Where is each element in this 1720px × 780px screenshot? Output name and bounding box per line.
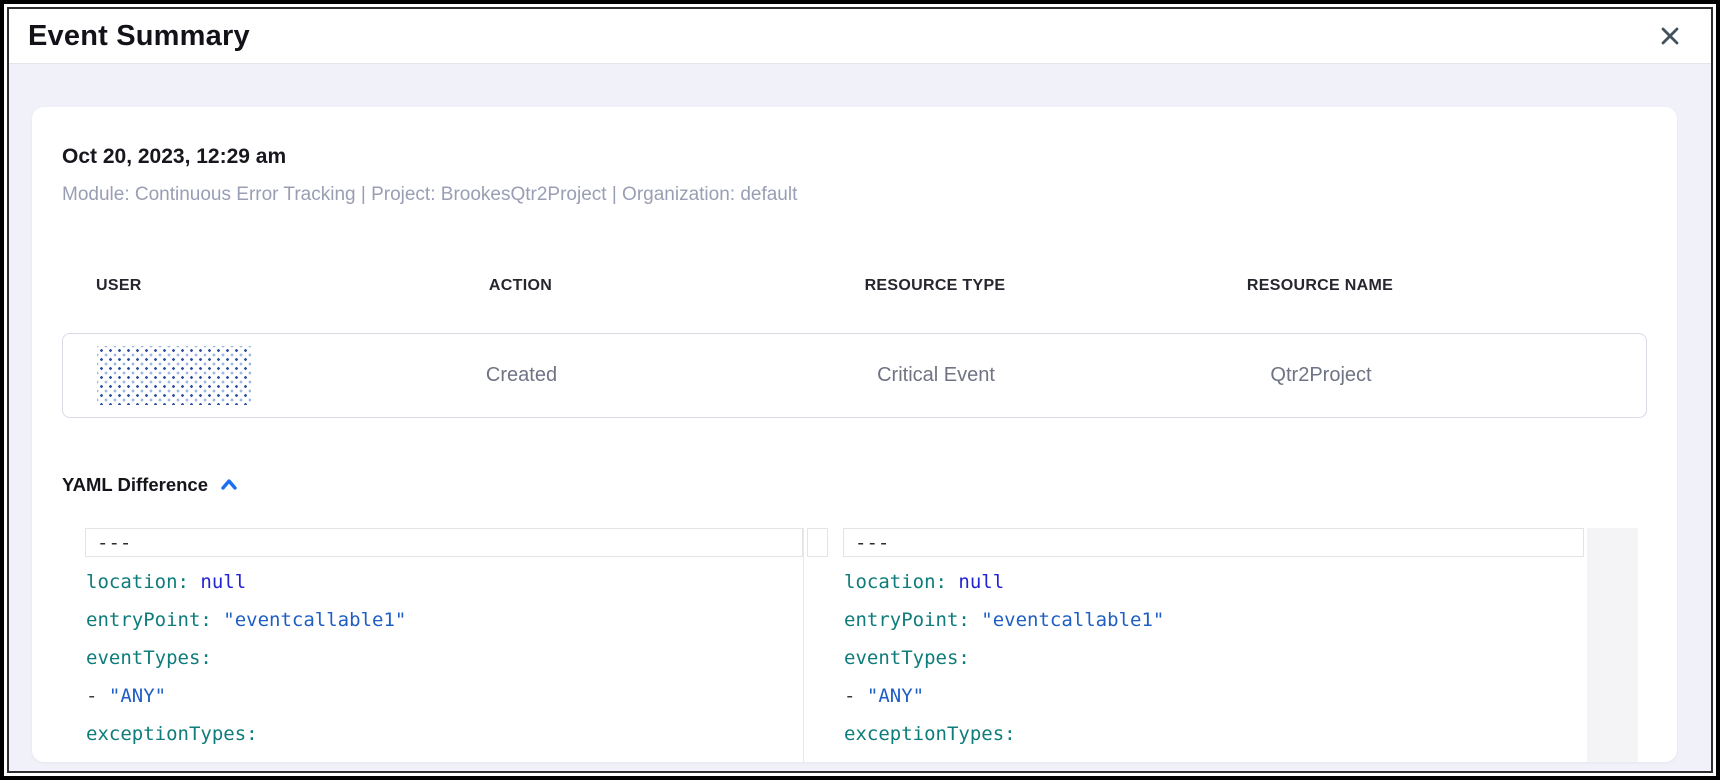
left-scrollbar-thumb[interactable]	[807, 528, 828, 557]
event-timestamp: Oct 20, 2023, 12:29 am	[62, 145, 1647, 169]
yaml-line: location: null	[843, 563, 1584, 601]
column-header-resource-type: RESOURCE TYPE	[694, 277, 1176, 295]
close-icon	[1658, 24, 1682, 48]
yaml-line: eventTypes:	[85, 639, 803, 677]
yaml-line: location: null	[85, 563, 803, 601]
audit-table-header: USER ACTION RESOURCE TYPE RESOURCE NAME	[62, 277, 1647, 295]
column-header-action: ACTION	[347, 277, 694, 295]
yaml-lines: location: nullentryPoint: "eventcallable…	[85, 563, 803, 762]
yaml-line: - "java/io/FileNotFoundException"	[843, 753, 1584, 762]
yaml-diff-toggle[interactable]: YAML Difference	[62, 474, 239, 496]
yaml-line: - "ANY"	[85, 677, 803, 715]
column-header-resource-name: RESOURCE NAME	[1176, 277, 1464, 295]
dialog-header: Event Summary	[9, 9, 1711, 64]
close-button[interactable]	[1655, 21, 1685, 51]
table-row: Created Critical Event Qtr2Project	[62, 333, 1647, 418]
modal-body: Oct 20, 2023, 12:29 am Module: Continuou…	[9, 64, 1711, 771]
yaml-document-start-line: ---	[843, 528, 1584, 557]
yaml-document-start-line: ---	[85, 528, 803, 557]
yaml-line: eventTypes:	[843, 639, 1584, 677]
yaml-diff-left-pane: --- location: nullentryPoint: "eventcall…	[85, 528, 804, 762]
right-scrollbar-track[interactable]	[1587, 528, 1638, 762]
event-summary-dialog: Event Summary Oct 20, 2023, 12:29 am Mod…	[7, 7, 1713, 773]
yaml-diff-region: --- location: nullentryPoint: "eventcall…	[62, 528, 1647, 762]
yaml-diff-label: YAML Difference	[62, 474, 208, 496]
yaml-line: exceptionTypes:	[85, 715, 803, 753]
summary-card: Oct 20, 2023, 12:29 am Module: Continuou…	[32, 107, 1677, 762]
yaml-line: - "java/io/FileNotFoundException"	[85, 753, 803, 762]
yaml-line: entryPoint: "eventcallable1"	[843, 601, 1584, 639]
chevron-up-icon	[219, 475, 239, 495]
yaml-diff-right-pane: --- location: nullentryPoint: "eventcall…	[843, 528, 1584, 762]
yaml-lines: location: nullentryPoint: "eventcallable…	[843, 563, 1584, 762]
column-header-user: USER	[62, 277, 347, 295]
page-title: Event Summary	[28, 20, 250, 53]
event-meta: Module: Continuous Error Tracking | Proj…	[62, 183, 1647, 207]
frame-inner: Event Summary Oct 20, 2023, 12:29 am Mod…	[4, 4, 1716, 776]
user-redacted-avatar	[97, 346, 251, 405]
action-cell: Created	[348, 364, 695, 387]
yaml-line: exceptionTypes:	[843, 715, 1584, 753]
resource-type-cell: Critical Event	[695, 364, 1177, 387]
screenshot-frame: Event Summary Oct 20, 2023, 12:29 am Mod…	[0, 0, 1720, 780]
yaml-line: entryPoint: "eventcallable1"	[85, 601, 803, 639]
user-cell	[63, 346, 348, 405]
resource-name-cell: Qtr2Project	[1177, 364, 1465, 387]
yaml-line: - "ANY"	[843, 677, 1584, 715]
